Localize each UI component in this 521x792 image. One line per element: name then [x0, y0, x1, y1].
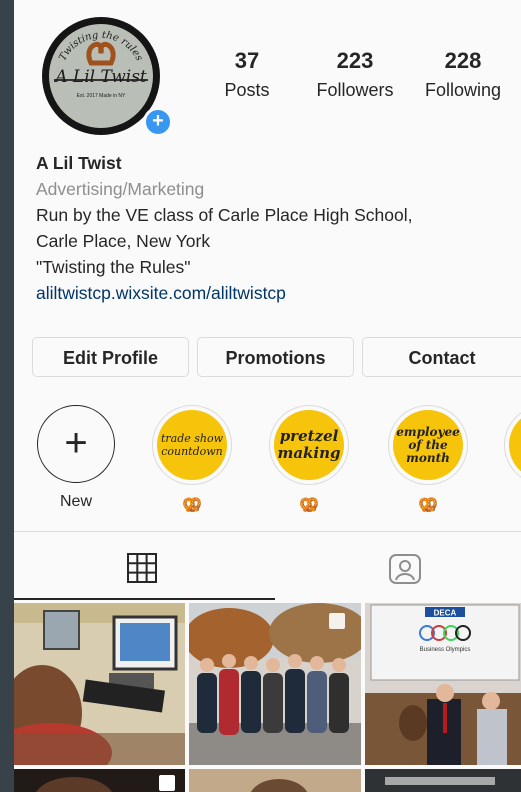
- grid-post[interactable]: [14, 603, 185, 765]
- highlight-trade-show-countdown[interactable]: trade show countdown 🥨: [147, 405, 237, 515]
- profile-name: A Lil Twist: [36, 153, 122, 173]
- stat-followers-label: Followers: [316, 80, 394, 100]
- grid-post[interactable]: [189, 769, 361, 792]
- highlight-cover-text: pretzel: [279, 427, 339, 445]
- post-photo-deca: DECA Business Olympics: [365, 603, 521, 765]
- avatar-sub-text: Est. 2017 Made in NY: [76, 93, 126, 99]
- highlight-ring: trade show countdown: [152, 405, 232, 485]
- highlight-ring: pretzel making: [269, 405, 349, 485]
- plus-icon: +: [37, 405, 115, 483]
- bio-line: "Twisting the Rules": [36, 257, 191, 277]
- deca-text: DECA: [434, 609, 457, 618]
- highlight-more-partial[interactable]: [504, 405, 521, 485]
- highlight-ring: employee of the month: [388, 405, 468, 485]
- edit-profile-button[interactable]: Edit Profile: [32, 337, 189, 377]
- active-tab-indicator: [14, 598, 275, 600]
- highlight-cover-text: making: [277, 444, 341, 462]
- pretzel-emoji-icon: 🥨: [182, 497, 202, 514]
- post-photo-group: [189, 603, 361, 765]
- stat-followers-value: 223: [336, 48, 374, 73]
- grid-post[interactable]: [14, 769, 185, 792]
- stat-following-label: Following: [424, 80, 502, 100]
- highlight-cover-text: trade show: [160, 432, 224, 445]
- grid-post[interactable]: [189, 603, 361, 765]
- tagged-icon[interactable]: [388, 552, 422, 591]
- bio-line: Run by the VE class of Carle Place High …: [36, 205, 413, 225]
- post-photo-partial: [189, 769, 361, 792]
- add-story-button[interactable]: +: [143, 107, 173, 137]
- highlight-pretzel-making[interactable]: pretzel making 🥨: [264, 405, 354, 515]
- stat-posts-value: 37: [234, 48, 260, 73]
- post-photo-computer: [14, 603, 185, 765]
- highlight-cover: employee of the month: [393, 410, 463, 480]
- highlight-new[interactable]: + New: [31, 405, 121, 513]
- post-photo-partial: [365, 769, 521, 792]
- instagram-profile-screen: Twisting the rules A Lil Twist Est. 2017…: [14, 0, 521, 792]
- pretzel-icon: [86, 41, 116, 66]
- profile-avatar[interactable]: Twisting the rules A Lil Twist Est. 2017…: [42, 17, 173, 137]
- bio-line: Carle Place, New York: [36, 231, 211, 251]
- highlight-cover: [509, 410, 521, 480]
- pretzel-emoji-icon: 🥨: [299, 497, 319, 514]
- highlight-cover-text: month: [406, 450, 450, 465]
- contact-button[interactable]: Contact: [362, 337, 521, 377]
- highlight-cover: trade show countdown: [157, 410, 227, 480]
- grid-post[interactable]: [365, 769, 521, 792]
- post-photo-partial: [14, 769, 185, 792]
- grid-icon[interactable]: [126, 552, 158, 589]
- stat-posts-label: Posts: [224, 80, 270, 100]
- profile-tabs: [14, 531, 521, 602]
- olympics-text: Business Olympics: [420, 647, 471, 653]
- stat-followers[interactable]: 223 Followers: [310, 48, 400, 103]
- highlight-cover-text: countdown: [161, 445, 223, 458]
- profile-category: Advertising/Marketing: [36, 179, 205, 199]
- grid-post[interactable]: DECA Business Olympics: [365, 603, 521, 765]
- promotions-button[interactable]: Promotions: [197, 337, 354, 377]
- profile-bio: A Lil Twist Advertising/Marketing Run by…: [36, 150, 516, 306]
- stat-posts[interactable]: 37 Posts: [219, 48, 275, 103]
- avatar-name-text: A Lil Twist: [55, 67, 147, 87]
- stat-following-value: 228: [444, 48, 482, 73]
- highlight-employee-of-the-month[interactable]: employee of the month 🥨: [383, 405, 473, 515]
- highlight-cover-text: employee: [396, 424, 460, 439]
- highlight-label: New: [59, 493, 92, 510]
- pretzel-emoji-icon: 🥨: [418, 497, 438, 514]
- profile-website-link[interactable]: aliltwistcp.wixsite.com/aliltwistcp: [36, 280, 516, 306]
- highlight-cover: pretzel making: [274, 410, 344, 480]
- highlight-cover-text: of the: [408, 437, 448, 452]
- stat-following[interactable]: 228 Following: [418, 48, 508, 103]
- avatar-circle: Twisting the rules A Lil Twist Est. 2017…: [42, 17, 160, 135]
